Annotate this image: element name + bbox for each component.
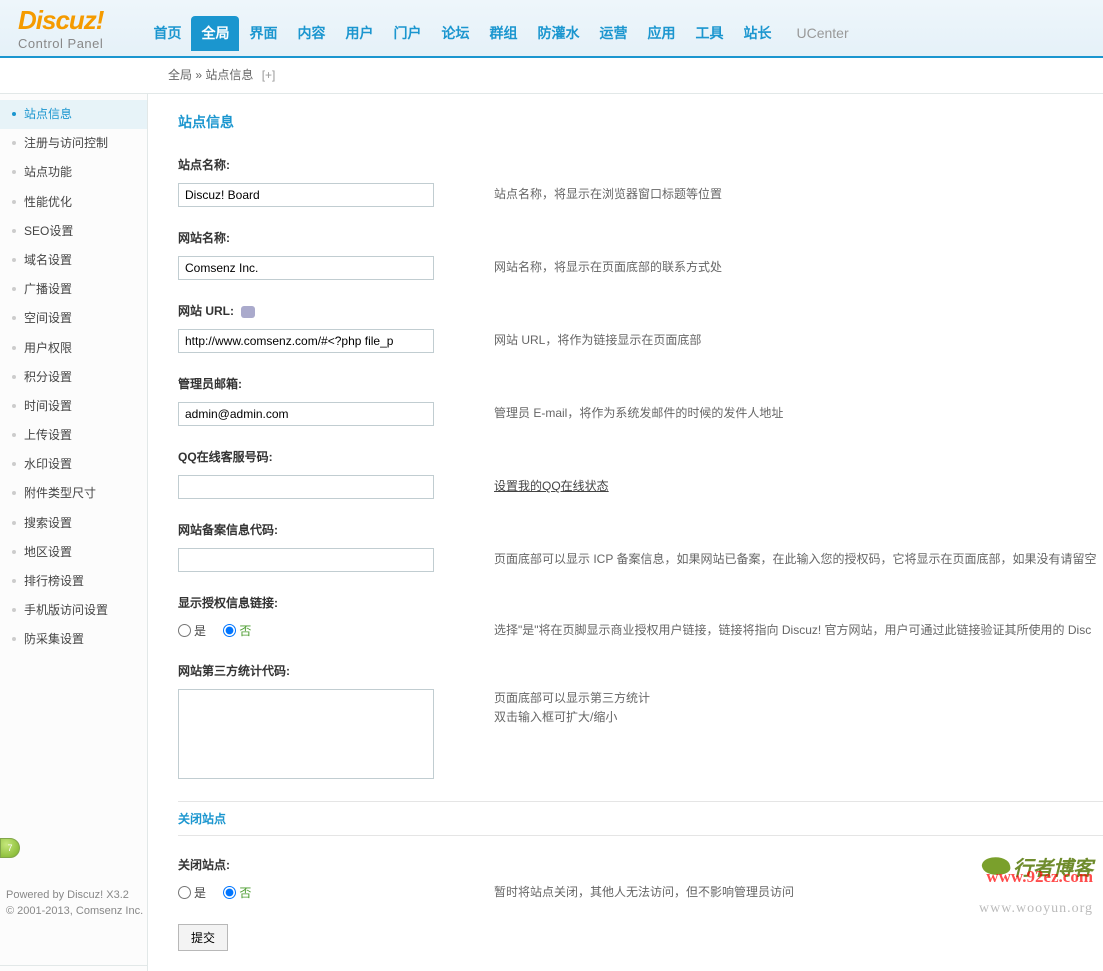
submit-button[interactable]: 提交 (178, 924, 228, 951)
breadcrumb-expand[interactable]: [+] (262, 68, 276, 82)
sidebar-item-2[interactable]: 站点功能 (0, 158, 147, 187)
sidebar-item-7[interactable]: 空间设置 (0, 304, 147, 333)
logo-text: Discuz! (18, 5, 103, 36)
sidebar-item-18[interactable]: 防采集设置 (0, 625, 147, 654)
site-name-desc: 站点名称，将显示在浏览器窗口标题等位置 (494, 185, 1103, 204)
close-site-label: 关闭站点: (178, 856, 1103, 873)
qq-label: QQ在线客服号码: (178, 448, 1103, 465)
footer-copyright: © 2001-2013, Comsenz Inc. (6, 904, 143, 919)
sidebar-item-13[interactable]: 附件类型尺寸 (0, 479, 147, 508)
help-icon[interactable] (241, 306, 255, 318)
site-name-label: 站点名称: (178, 156, 1103, 173)
web-name-label: 网站名称: (178, 229, 1103, 246)
nav-ucenter[interactable]: UCenter (786, 18, 858, 49)
third-code-input[interactable] (178, 689, 434, 779)
nav-首页[interactable]: 首页 (143, 16, 191, 51)
footer-powered: Powered by Discuz! X3.2 (6, 888, 143, 903)
sidebar-item-1[interactable]: 注册与访问控制 (0, 129, 147, 158)
notification-badge[interactable]: 7 (0, 838, 20, 858)
auth-link-no-radio[interactable] (223, 624, 236, 637)
qq-status-link[interactable]: 设置我的QQ在线状态 (494, 479, 609, 493)
web-url-desc: 网站 URL，将作为链接显示在页面底部 (494, 331, 1103, 350)
nav-内容[interactable]: 内容 (287, 16, 335, 51)
sidebar-item-17[interactable]: 手机版访问设置 (0, 596, 147, 625)
third-code-desc: 页面底部可以显示第三方统计 双击输入框可扩大/缩小 (494, 689, 1103, 727)
footer: Powered by Discuz! X3.2 © 2001-2013, Com… (6, 888, 143, 919)
web-url-label: 网站 URL: (178, 302, 1103, 319)
sidebar: 站点信息注册与访问控制站点功能性能优化SEO设置域名设置广播设置空间设置用户权限… (0, 94, 148, 971)
admin-email-label: 管理员邮箱: (178, 375, 1103, 392)
breadcrumb-root[interactable]: 全局 (168, 68, 192, 82)
nav-群组[interactable]: 群组 (479, 16, 527, 51)
sidebar-item-12[interactable]: 水印设置 (0, 450, 147, 479)
main-nav: 首页全局界面内容用户门户论坛群组防灌水运营应用工具站长UCenter (143, 16, 858, 51)
breadcrumb-current: 站点信息 (205, 68, 253, 82)
sidebar-item-16[interactable]: 排行榜设置 (0, 567, 147, 596)
qq-input[interactable] (178, 475, 434, 499)
site-name-input[interactable] (178, 183, 434, 207)
close-site-yes-radio[interactable] (178, 886, 191, 899)
nav-工具[interactable]: 工具 (685, 16, 733, 51)
admin-email-input[interactable] (178, 402, 434, 426)
icp-label: 网站备案信息代码: (178, 521, 1103, 538)
icp-input[interactable] (178, 548, 434, 572)
close-site-section: 关闭站点 (178, 801, 1103, 836)
sidebar-item-10[interactable]: 时间设置 (0, 392, 147, 421)
sidebar-item-11[interactable]: 上传设置 (0, 421, 147, 450)
nav-运营[interactable]: 运营 (589, 16, 637, 51)
sidebar-item-15[interactable]: 地区设置 (0, 538, 147, 567)
sidebar-item-4[interactable]: SEO设置 (0, 217, 147, 246)
auth-link-desc: 选择"是"将在页脚显示商业授权用户链接，链接将指向 Discuz! 官方网站，用… (494, 621, 1103, 640)
nav-防灌水[interactable]: 防灌水 (527, 16, 589, 51)
auth-link-yes-radio[interactable] (178, 624, 191, 637)
page-title: 站点信息 (178, 112, 1103, 132)
sidebar-item-6[interactable]: 广播设置 (0, 275, 147, 304)
sidebar-item-9[interactable]: 积分设置 (0, 363, 147, 392)
sidebar-item-14[interactable]: 搜索设置 (0, 509, 147, 538)
breadcrumb: 全局 » 站点信息 [+] (0, 58, 1103, 94)
icp-desc: 页面底部可以显示 ICP 备案信息，如果网站已备案，在此输入您的授权码，它将显示… (494, 550, 1103, 569)
admin-email-desc: 管理员 E-mail，将作为系统发邮件的时候的发件人地址 (494, 404, 1103, 423)
close-site-desc: 暂时将站点关闭，其他人无法访问，但不影响管理员访问 (494, 883, 1103, 902)
logo-subtext: Control Panel (18, 36, 103, 51)
logo: Discuz! Control Panel (18, 5, 103, 51)
main-content: 站点信息 站点名称: 站点名称，将显示在浏览器窗口标题等位置 网站名称: 网站名… (148, 94, 1103, 971)
third-code-label: 网站第三方统计代码: (178, 662, 1103, 679)
web-name-desc: 网站名称，将显示在页面底部的联系方式处 (494, 258, 1103, 277)
nav-门户[interactable]: 门户 (383, 16, 431, 51)
web-name-input[interactable] (178, 256, 434, 280)
web-url-input[interactable] (178, 329, 434, 353)
nav-应用[interactable]: 应用 (637, 16, 685, 51)
nav-论坛[interactable]: 论坛 (431, 16, 479, 51)
nav-界面[interactable]: 界面 (239, 16, 287, 51)
sidebar-item-3[interactable]: 性能优化 (0, 188, 147, 217)
auth-link-label: 显示授权信息链接: (178, 594, 1103, 611)
top-bar: Discuz! Control Panel 首页全局界面内容用户门户论坛群组防灌… (0, 0, 1103, 58)
nav-站长[interactable]: 站长 (733, 16, 781, 51)
sidebar-item-5[interactable]: 域名设置 (0, 246, 147, 275)
close-site-no-radio[interactable] (223, 886, 236, 899)
nav-用户[interactable]: 用户 (335, 16, 383, 51)
sidebar-item-8[interactable]: 用户权限 (0, 334, 147, 363)
nav-全局[interactable]: 全局 (191, 16, 239, 51)
sidebar-item-0[interactable]: 站点信息 (0, 100, 147, 129)
